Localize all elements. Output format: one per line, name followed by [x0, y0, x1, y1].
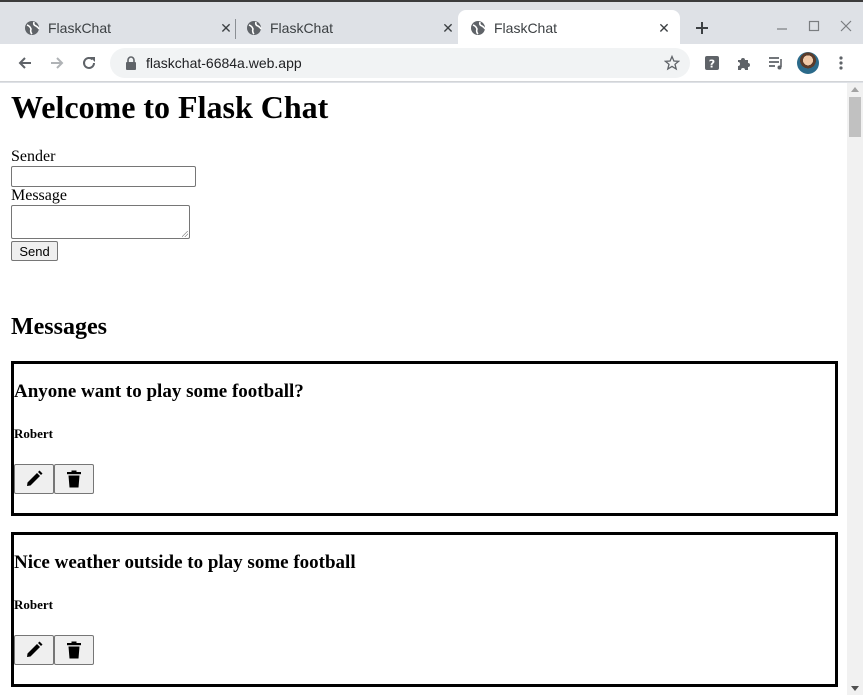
pencil-icon: [24, 640, 44, 660]
media-queue-icon[interactable]: [763, 50, 789, 76]
trash-icon: [64, 640, 84, 660]
delete-button[interactable]: [54, 464, 94, 494]
send-button[interactable]: Send: [11, 241, 58, 261]
maximize-icon[interactable]: [802, 14, 826, 38]
globe-icon: [470, 20, 486, 36]
page-viewport: Welcome to Flask Chat Sender Message Sen…: [0, 83, 863, 695]
browser-toolbar: flaskchat-6684a.web.app ?: [0, 44, 863, 82]
forward-arrow-icon[interactable]: [44, 50, 70, 76]
tab-strip: FlaskChat ✕ FlaskChat ✕ FlaskChat ✕: [0, 0, 863, 46]
delete-button[interactable]: [54, 635, 94, 665]
scroll-down-arrow-icon[interactable]: [851, 686, 859, 691]
scroll-up-arrow-icon[interactable]: [851, 87, 859, 92]
close-icon[interactable]: ✕: [440, 20, 456, 36]
tab-title: FlaskChat: [270, 20, 334, 36]
page-title: Welcome to Flask Chat: [11, 89, 329, 125]
close-window-icon[interactable]: [834, 14, 858, 38]
lock-icon: [124, 56, 138, 70]
globe-icon: [24, 20, 40, 36]
new-tab-button[interactable]: [690, 16, 714, 40]
tab-title: FlaskChat: [48, 20, 112, 36]
browser-tab-3-active[interactable]: FlaskChat ✕: [458, 10, 680, 46]
message-text: Nice weather outside to play some footba…: [14, 552, 356, 573]
pencil-icon: [24, 469, 44, 489]
sender-input[interactable]: [11, 166, 196, 187]
resize-handle[interactable]: [182, 231, 188, 237]
edit-button[interactable]: [14, 464, 54, 494]
minimize-icon[interactable]: [770, 14, 794, 38]
message-card: Nice weather outside to play some footba…: [11, 532, 838, 687]
kebab-menu-icon[interactable]: [828, 50, 854, 76]
message-text: Anyone want to play some football?: [14, 381, 304, 402]
address-bar[interactable]: flaskchat-6684a.web.app: [110, 48, 690, 78]
vertical-scrollbar[interactable]: [847, 83, 863, 695]
message-sender: Robert: [14, 426, 53, 441]
messages-heading: Messages: [11, 314, 107, 340]
url-text: flaskchat-6684a.web.app: [146, 55, 302, 71]
sender-label: Sender: [11, 148, 56, 165]
close-icon[interactable]: ✕: [218, 20, 234, 36]
browser-tab-1[interactable]: FlaskChat ✕: [24, 10, 234, 46]
back-arrow-icon[interactable]: [12, 50, 38, 76]
message-label: Message: [11, 187, 67, 204]
bookmark-star-icon[interactable]: [664, 55, 680, 71]
tab-title: FlaskChat: [494, 20, 558, 36]
tab-separator: [235, 19, 236, 39]
svg-text:?: ?: [709, 58, 715, 71]
message-textarea[interactable]: [11, 205, 190, 239]
browser-tab-2[interactable]: FlaskChat ✕: [246, 10, 456, 46]
reload-icon[interactable]: [76, 50, 102, 76]
message-card: Anyone want to play some football? Rober…: [11, 361, 838, 516]
close-icon[interactable]: ✕: [656, 20, 672, 36]
edit-button[interactable]: [14, 635, 54, 665]
profile-avatar[interactable]: [797, 52, 819, 74]
extensions-puzzle-icon[interactable]: [731, 50, 757, 76]
message-sender: Robert: [14, 597, 53, 612]
scrollbar-thumb[interactable]: [849, 97, 861, 137]
trash-icon: [64, 469, 84, 489]
help-extension-icon[interactable]: ?: [699, 50, 725, 76]
globe-icon: [246, 20, 262, 36]
